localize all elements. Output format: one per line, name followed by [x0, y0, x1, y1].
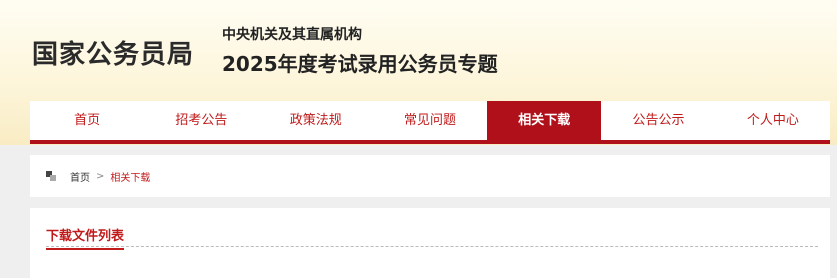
breadcrumb-home-link[interactable]: 首页: [70, 169, 90, 184]
nav-item-faq[interactable]: 常见问题: [373, 101, 487, 140]
nav-item-personal-center[interactable]: 个人中心: [716, 101, 830, 140]
site-title[interactable]: 国家公务员局: [32, 34, 194, 71]
panel-divider: [46, 246, 818, 247]
breadcrumb-icon: [46, 171, 56, 181]
download-list-panel: 下载文件列表: [30, 208, 830, 278]
breadcrumb-separator: >: [96, 170, 105, 182]
nav-item-downloads[interactable]: 相关下载: [487, 101, 602, 140]
breadcrumb-current: 相关下载: [110, 172, 151, 184]
nav-item-announcements[interactable]: 招考公告: [144, 101, 258, 140]
nav-item-notices[interactable]: 公告公示: [601, 101, 715, 140]
nav-item-home[interactable]: 首页: [30, 101, 144, 140]
header-subtitle-topic: 2025年度考试录用公务员专题: [222, 52, 498, 76]
breadcrumb: 首页 > 相关下载: [30, 155, 830, 197]
main-nav: 首页 招考公告 政策法规 常见问题 相关下载 公告公示 个人中心: [30, 101, 830, 144]
nav-item-policies[interactable]: 政策法规: [259, 101, 373, 140]
header-subtitle-org: 中央机关及其直属机构: [222, 27, 362, 43]
